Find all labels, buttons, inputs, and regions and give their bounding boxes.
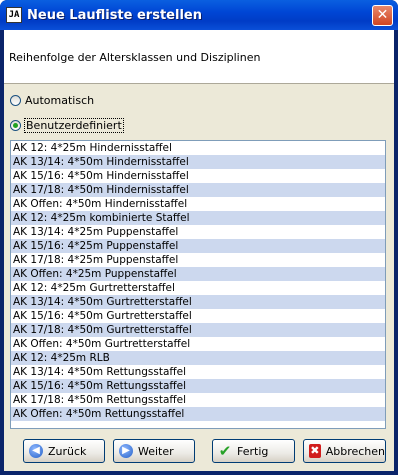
finish-button-label: Fertig — [237, 444, 269, 458]
list-item[interactable]: AK 17/18: 4*50m Gurtretterstaffel — [11, 323, 385, 337]
arrow-left-icon: ◀ — [29, 444, 43, 458]
header-panel: Reihenfolge der Altersklassen und Diszip… — [4, 30, 394, 84]
radio-automatic[interactable]: Automatisch — [10, 92, 94, 108]
list-item[interactable]: AK 13/14: 4*25m Puppenstaffel — [11, 225, 385, 239]
radio-custom-indicator[interactable] — [10, 119, 21, 131]
title-bar[interactable]: JA Neue Laufliste erstellen ✕ — [0, 0, 398, 30]
header-text: Reihenfolge der Altersklassen und Diszip… — [9, 51, 261, 64]
radio-automatic-indicator[interactable] — [10, 94, 21, 106]
radio-automatic-label[interactable]: Automatisch — [25, 94, 94, 107]
list-item[interactable]: AK 15/16: 4*50m Rettungsstaffel — [11, 379, 385, 393]
cross-icon: ✖ — [309, 444, 321, 458]
discipline-order-list[interactable]: AK 12: 4*25m Hindernisstaffel AK 13/14: 4… — [10, 140, 386, 429]
list-item[interactable]: AK Offen: 4*25m Puppenstaffel — [11, 267, 385, 281]
list-item[interactable]: AK 12: 4*25m Gurtretterstaffel — [11, 281, 385, 295]
dialog-body: Reihenfolge der Altersklassen und Diszip… — [4, 30, 394, 471]
close-icon: ✕ — [376, 7, 389, 23]
list-item[interactable]: AK 12: 4*25m kombinierte Staffel — [11, 211, 385, 225]
radio-custom[interactable]: Benutzerdefiniert — [10, 117, 124, 133]
next-button[interactable]: ▶ Weiter — [113, 439, 195, 463]
app-icon: JA — [6, 7, 22, 23]
radio-custom-label[interactable]: Benutzerdefiniert — [24, 117, 124, 133]
cancel-button-label: Abbrechen — [325, 444, 385, 458]
list-item[interactable]: AK 12: 4*25m RLB — [11, 351, 385, 365]
cancel-button[interactable]: ✖ Abbrechen — [303, 439, 386, 463]
list-item[interactable]: AK Offen: 4*50m Hindernisstaffel — [11, 197, 385, 211]
back-button-label: Zurück — [48, 444, 87, 458]
close-button[interactable]: ✕ — [372, 5, 393, 26]
list-item[interactable]: AK 17/18: 4*50m Rettungsstaffel — [11, 393, 385, 407]
back-button[interactable]: ◀ Zurück — [23, 439, 105, 463]
dialog-window: JA Neue Laufliste erstellen ✕ Reihenfolg… — [0, 0, 398, 475]
list-item[interactable]: AK 13/14: 4*50m Gurtretterstaffel — [11, 295, 385, 309]
window-title: Neue Laufliste erstellen — [27, 8, 202, 23]
list-item[interactable]: AK 13/14: 4*50m Rettungsstaffel — [11, 365, 385, 379]
list-item[interactable]: AK 15/16: 4*25m Puppenstaffel — [11, 239, 385, 253]
checkmark-icon: ✔ — [218, 442, 232, 460]
arrow-right-icon: ▶ — [119, 444, 133, 458]
finish-button[interactable]: ✔ Fertig — [212, 439, 295, 463]
list-item[interactable]: AK 17/18: 4*50m Hindernisstaffel — [11, 183, 385, 197]
list-item[interactable]: AK 17/18: 4*25m Puppenstaffel — [11, 253, 385, 267]
list-item[interactable]: AK 13/14: 4*50m Hindernisstaffel — [11, 155, 385, 169]
next-button-label: Weiter — [138, 444, 174, 458]
list-item[interactable]: AK Offen: 4*50m Rettungsstaffel — [11, 407, 385, 421]
list-item[interactable]: AK 15/16: 4*50m Hindernisstaffel — [11, 169, 385, 183]
list-item[interactable]: AK 15/16: 4*50m Gurtretterstaffel — [11, 309, 385, 323]
list-item[interactable]: AK Offen: 4*50m Gurtretterstaffel — [11, 337, 385, 351]
list-item[interactable]: AK 12: 4*25m Hindernisstaffel — [11, 141, 385, 155]
